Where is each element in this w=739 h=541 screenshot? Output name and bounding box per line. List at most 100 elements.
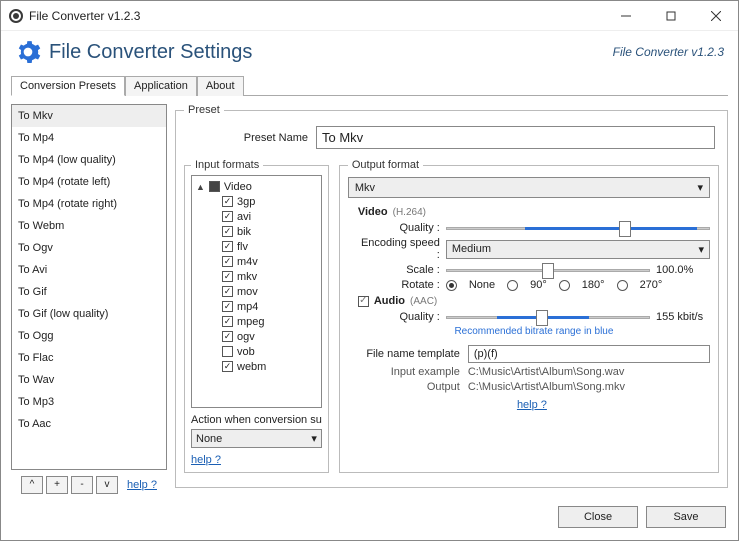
preset-sidebar: To Mkv To Mp4 To Mp4 (low quality) To Mp… [11, 104, 167, 494]
checkbox[interactable]: ✓ [222, 241, 233, 252]
checkbox[interactable] [222, 346, 233, 357]
preset-item[interactable]: To Wav [12, 369, 166, 391]
video-quality-slider[interactable] [446, 222, 710, 234]
preset-item[interactable]: To Gif [12, 281, 166, 303]
rotate-180-radio[interactable] [559, 280, 570, 291]
chevron-down-icon: ▾ [697, 181, 703, 194]
audio-codec: (AAC) [410, 296, 437, 307]
encoding-speed-label: Encoding speed : [358, 237, 440, 261]
scale-slider[interactable] [446, 264, 650, 276]
close-button[interactable]: Close [558, 506, 638, 528]
checkbox[interactable]: ✓ [222, 316, 233, 327]
preset-legend: Preset [184, 104, 224, 116]
format-item[interactable]: ✓mpeg [222, 314, 317, 329]
audio-quality-slider[interactable] [446, 311, 650, 323]
checkbox[interactable]: ✓ [222, 331, 233, 342]
action-label: Action when conversion su [191, 414, 322, 426]
checkbox[interactable]: ✓ [222, 196, 233, 207]
recommended-text: Recommended bitrate range in blue [358, 326, 710, 337]
page-title: File Converter Settings [49, 41, 613, 64]
format-item[interactable]: ✓ogv [222, 329, 317, 344]
format-item[interactable]: vob [222, 344, 317, 359]
version-label: File Converter v1.2.3 [613, 45, 724, 59]
footer: Close Save [1, 498, 738, 536]
format-group[interactable]: ▲Video [196, 179, 317, 194]
format-item[interactable]: ✓mp4 [222, 299, 317, 314]
minimize-button[interactable] [603, 1, 648, 30]
tab-about[interactable]: About [197, 76, 244, 96]
output-example-value: C:\Music\Artist\Album\Song.mkv [468, 381, 625, 393]
preset-item[interactable]: To Flac [12, 347, 166, 369]
gear-icon [15, 39, 41, 65]
audio-section-title: Audio [374, 295, 405, 307]
format-item[interactable]: ✓bik [222, 224, 317, 239]
save-button[interactable]: Save [646, 506, 726, 528]
filename-template-label: File name template [348, 348, 460, 360]
preset-item[interactable]: To Mkv [12, 105, 166, 127]
preset-down-button[interactable]: v [96, 476, 118, 494]
preset-item[interactable]: To Avi [12, 259, 166, 281]
format-item[interactable]: ✓avi [222, 209, 317, 224]
filename-template-input[interactable] [468, 345, 710, 363]
checkbox[interactable]: ✓ [222, 256, 233, 267]
output-example-label: Output [348, 381, 460, 393]
preset-item[interactable]: To Gif (low quality) [12, 303, 166, 325]
checkbox[interactable]: ✓ [222, 226, 233, 237]
input-example-value: C:\Music\Artist\Album\Song.wav [468, 366, 625, 378]
output-format-select[interactable]: Mkv▾ [348, 177, 710, 198]
encoding-speed-select[interactable]: Medium▾ [446, 240, 710, 259]
close-window-button[interactable] [693, 1, 738, 30]
format-item[interactable]: ✓mkv [222, 269, 317, 284]
input-help-link[interactable]: help ? [191, 454, 322, 466]
checkbox[interactable]: ✓ [222, 286, 233, 297]
preset-item[interactable]: To Mp4 (rotate right) [12, 193, 166, 215]
maximize-button[interactable] [648, 1, 693, 30]
chevron-down-icon: ▾ [311, 432, 317, 445]
checkbox[interactable]: ✓ [222, 271, 233, 282]
checkbox[interactable]: ✓ [222, 361, 233, 372]
format-item[interactable]: ✓3gp [222, 194, 317, 209]
rotate-90-radio[interactable] [507, 280, 518, 291]
format-item[interactable]: ✓mov [222, 284, 317, 299]
checkbox[interactable]: ✓ [222, 211, 233, 222]
output-help-link[interactable]: help ? [517, 399, 547, 411]
preset-item[interactable]: To Ogv [12, 237, 166, 259]
collapse-icon[interactable]: ▲ [196, 182, 205, 192]
preset-fieldset: Preset Preset Name Input formats ▲Video … [175, 104, 728, 488]
output-fieldset: Output format Mkv▾ Video(H.264) Quality … [339, 159, 719, 473]
preset-item[interactable]: To Mp4 [12, 127, 166, 149]
preset-name-input[interactable] [316, 126, 715, 149]
chevron-down-icon: ▾ [698, 243, 704, 256]
input-format-list[interactable]: ▲Video ✓3gp ✓avi ✓bik ✓flv ✓m4v ✓mkv ✓mo… [191, 175, 322, 408]
format-item[interactable]: ✓flv [222, 239, 317, 254]
format-item[interactable]: ✓webm [222, 359, 317, 374]
checkbox[interactable]: ✓ [222, 301, 233, 312]
checkbox[interactable] [209, 181, 220, 192]
preset-help-link[interactable]: help ? [127, 479, 157, 491]
tabs: Conversion Presets Application About [11, 75, 728, 96]
app-icon [9, 9, 23, 23]
audio-bitrate: 155 kbit/s [656, 311, 710, 323]
audio-checkbox[interactable]: ✓ [358, 296, 369, 307]
rotate-270-radio[interactable] [617, 280, 628, 291]
preset-item[interactable]: To Mp4 (rotate left) [12, 171, 166, 193]
preset-remove-button[interactable]: - [71, 476, 93, 494]
input-formats-fieldset: Input formats ▲Video ✓3gp ✓avi ✓bik ✓flv… [184, 159, 329, 473]
preset-item[interactable]: To Mp3 [12, 391, 166, 413]
preset-item[interactable]: To Aac [12, 413, 166, 435]
action-select[interactable]: None▾ [191, 429, 322, 448]
rotate-none-radio[interactable] [446, 280, 457, 291]
preset-add-button[interactable]: + [46, 476, 68, 494]
preset-list[interactable]: To Mkv To Mp4 To Mp4 (low quality) To Mp… [11, 104, 167, 470]
video-quality-label: Quality : [358, 222, 440, 234]
preset-item[interactable]: To Ogg [12, 325, 166, 347]
window-title: File Converter v1.2.3 [29, 9, 603, 23]
video-section-title: Video [358, 206, 388, 218]
preset-up-button[interactable]: ^ [21, 476, 43, 494]
header: File Converter Settings File Converter v… [1, 31, 738, 75]
format-item[interactable]: ✓m4v [222, 254, 317, 269]
preset-item[interactable]: To Webm [12, 215, 166, 237]
tab-application[interactable]: Application [125, 76, 197, 96]
tab-conversion-presets[interactable]: Conversion Presets [11, 76, 125, 96]
preset-item[interactable]: To Mp4 (low quality) [12, 149, 166, 171]
